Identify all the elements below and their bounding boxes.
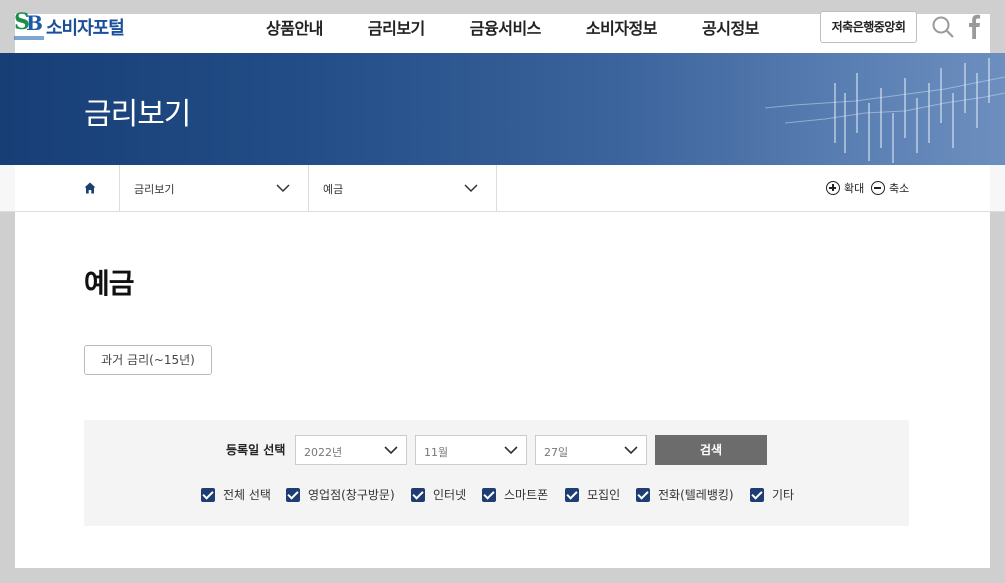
checkbox-other[interactable]: 기타 [750, 486, 794, 503]
nav-item-disclosure[interactable]: 공시정보 [702, 15, 759, 39]
page-title: 예금 [84, 267, 135, 300]
day-select[interactable]: 27일 [535, 435, 647, 465]
checkbox-checked-icon [636, 487, 650, 502]
zoom-out-label: 축소 [889, 182, 910, 195]
home-icon[interactable] [84, 182, 96, 194]
checkbox-label: 전체 선택 [223, 488, 271, 502]
channel-checkbox-group: 전체 선택 영업점(창구방문) 인터넷 스마트폰 모집인 전화(텔레뱅킹) 기타 [84, 486, 909, 504]
checkbox-checked-icon [411, 487, 425, 502]
checkbox-label: 전화(텔레뱅킹) [658, 488, 734, 502]
sb-logo-icon: SB [14, 10, 44, 44]
breadcrumb-level2-label: 예금 [323, 183, 344, 196]
checkbox-agent[interactable]: 모집인 [565, 486, 620, 503]
banner-title: 금리보기 [84, 97, 191, 132]
savings-bank-association-button[interactable]: 저축은행중앙회 [820, 11, 917, 43]
checkbox-telebanking[interactable]: 전화(텔레뱅킹) [636, 486, 734, 503]
nav-item-products[interactable]: 상품안내 [266, 15, 323, 39]
checkbox-internet[interactable]: 인터넷 [411, 486, 466, 503]
site-header: SB 소비자포털 상품안내 금리보기 금융서비스 소비자정보 공시정보 저축은행… [0, 0, 1005, 53]
checkbox-checked-icon [286, 487, 300, 502]
search-button[interactable]: 검색 [655, 435, 767, 465]
year-select[interactable]: 2022년 [295, 435, 407, 465]
stock-chart-decoration [765, 58, 1005, 163]
chevron-down-icon [624, 446, 638, 455]
checkbox-label: 기타 [772, 488, 795, 502]
checkbox-checked-icon [565, 487, 579, 502]
chevron-down-icon [384, 446, 398, 455]
nav-item-consumer-info[interactable]: 소비자정보 [586, 15, 658, 39]
past-rates-button[interactable]: 과거 금리(~15년) [84, 345, 212, 375]
breadcrumb-level1-label: 금리보기 [134, 183, 175, 196]
main-nav: 상품안내 금리보기 금융서비스 소비자정보 공시정보 [266, 15, 804, 39]
year-value: 2022년 [304, 446, 343, 459]
breadcrumb-dropdown-deposit[interactable]: 예금 [308, 165, 497, 211]
checkbox-checked-icon [482, 487, 496, 502]
nav-item-rates[interactable]: 금리보기 [368, 15, 425, 39]
checkbox-checked-icon [750, 487, 764, 502]
checkbox-branch[interactable]: 영업점(창구방문) [286, 486, 395, 503]
breadcrumb-dropdown-rates[interactable]: 금리보기 [119, 165, 308, 211]
page-banner: 금리보기 [0, 53, 1005, 165]
checkbox-smartphone[interactable]: 스마트폰 [482, 486, 548, 503]
chevron-down-icon [276, 184, 290, 193]
day-value: 27일 [544, 446, 569, 459]
month-select[interactable]: 11월 [415, 435, 527, 465]
site-logo[interactable]: SB 소비자포털 [14, 10, 125, 44]
facebook-icon[interactable] [964, 12, 984, 40]
checkbox-checked-icon [201, 487, 215, 502]
chevron-down-icon [464, 184, 478, 193]
minus-circle-icon [871, 181, 885, 195]
logo-text: 소비자포털 [46, 18, 125, 39]
checkbox-label: 스마트폰 [504, 488, 549, 502]
checkbox-label: 인터넷 [433, 488, 467, 502]
zoom-out-button[interactable]: 축소 [871, 180, 909, 196]
date-filter-panel: 등록일 선택 2022년 11월 27일 검색 전체 선택 영업점(창구방문) … [84, 420, 909, 526]
zoom-in-button[interactable]: 확대 [826, 180, 864, 196]
zoom-in-label: 확대 [844, 182, 865, 195]
chevron-down-icon [504, 446, 518, 455]
month-value: 11월 [424, 446, 449, 459]
reg-date-label: 등록일 선택 [226, 443, 286, 457]
checkbox-label: 모집인 [587, 488, 621, 502]
search-icon[interactable] [931, 15, 955, 39]
checkbox-select-all[interactable]: 전체 선택 [201, 486, 271, 503]
checkbox-label: 영업점(창구방문) [308, 488, 395, 502]
plus-circle-icon [826, 181, 840, 195]
nav-item-financial-services[interactable]: 금융서비스 [470, 15, 542, 39]
